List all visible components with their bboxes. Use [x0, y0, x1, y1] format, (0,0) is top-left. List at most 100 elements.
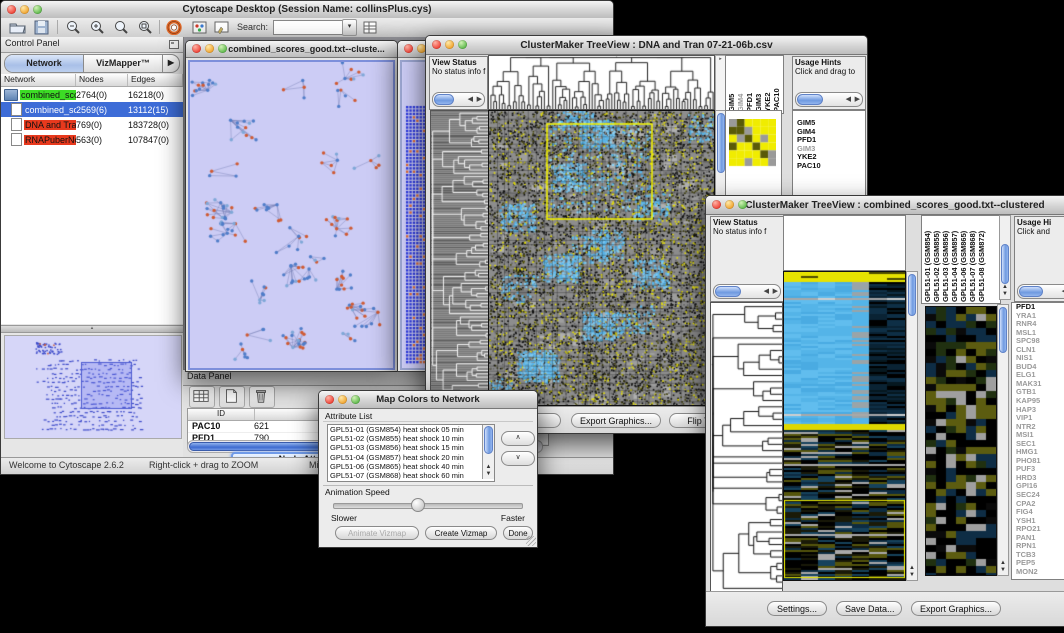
tab-network[interactable]: Network	[5, 55, 84, 72]
trash-icon[interactable]	[249, 386, 275, 408]
network-table-row[interactable]: DNA and Tran 07 769(0) 183728(0)	[1, 117, 183, 132]
column-label[interactable]: GPL51-06 (GSM865)	[959, 217, 968, 302]
move-up-button[interactable]: ∧	[501, 431, 535, 446]
zoom-button[interactable]	[738, 200, 747, 209]
zoom-selected-icon[interactable]	[136, 20, 154, 35]
attribute-list-item[interactable]: GPL51-06 (GSM865) heat shock 40 min	[328, 462, 494, 471]
minimize-button[interactable]	[338, 395, 347, 404]
column-label[interactable]: PFD1	[745, 57, 754, 112]
export-graphics-button[interactable]: Export Graphics...	[571, 413, 661, 428]
zoom-button[interactable]	[33, 5, 42, 14]
attribute-list-item[interactable]: GPL51-01 (GSM854) heat shock 05 min	[328, 425, 494, 434]
scroll-right-arrow[interactable]: ▶	[477, 95, 482, 104]
main-titlebar[interactable]: Cytoscape Desktop (Session Name: collins…	[1, 1, 613, 19]
animate-vizmap-button[interactable]: Animate Vizmap	[335, 526, 419, 540]
create-vizmap-button[interactable]: Create Vizmap	[425, 526, 497, 540]
column-label[interactable]: GPL51-08 (GSM872)	[977, 217, 986, 302]
tab-overflow-arrow[interactable]: ▶	[162, 55, 179, 72]
tv2-zoom-vscrollbar[interactable]: ▲▼	[997, 304, 1009, 576]
minimize-button[interactable]	[445, 40, 454, 49]
panel-splitter[interactable]: ▴	[1, 325, 183, 333]
close-button[interactable]	[712, 200, 721, 209]
minimize-button[interactable]	[20, 5, 29, 14]
network-table-row[interactable]: combined_scores_ 2764(0) 16218(0)	[1, 87, 183, 102]
slider-thumb[interactable]	[411, 498, 425, 512]
close-button[interactable]	[404, 44, 413, 53]
open-folder-icon[interactable]	[9, 20, 27, 35]
tv1-row-dendrogram[interactable]	[430, 110, 489, 406]
zoom-actual-icon[interactable]	[112, 20, 130, 35]
col-network[interactable]: Network	[1, 74, 76, 86]
attribute-grid-icon[interactable]	[361, 20, 379, 35]
scroll-right-arrow[interactable]: ▶	[773, 287, 778, 296]
tv2-heatmap[interactable]	[783, 271, 906, 581]
scroll-left-arrow[interactable]: ◀	[846, 95, 851, 104]
scroll-thumb[interactable]	[434, 94, 454, 105]
col-nodes[interactable]: Nodes	[76, 74, 128, 86]
tv1-summary-matrix[interactable]	[729, 119, 776, 167]
column-label[interactable]: GPL51-07 (GSM868)	[968, 217, 977, 302]
close-button[interactable]	[7, 5, 16, 14]
scroll-thumb[interactable]	[484, 426, 493, 454]
scroll-thumb[interactable]	[999, 307, 1007, 353]
scroll-left-arrow[interactable]: ◀	[468, 95, 473, 104]
scroll-thumb[interactable]	[908, 274, 916, 316]
column-label[interactable]: PAC10	[772, 57, 781, 112]
tab-vizmapper[interactable]: VizMapper™	[84, 55, 162, 72]
save-icon[interactable]	[33, 20, 51, 35]
minimize-button[interactable]	[205, 44, 214, 53]
column-label[interactable]: GIM4	[736, 57, 745, 112]
scroll-arrows[interactable]: ▲▼	[483, 464, 494, 478]
tv2-collabel-vscrollbar[interactable]: ▲▼	[999, 215, 1011, 300]
zoom-out-icon[interactable]	[64, 20, 82, 35]
network-table-row[interactable]: RNAPuberNov2+ 563(0) 107847(0)	[1, 132, 183, 147]
scroll-thumb[interactable]	[797, 94, 823, 105]
tv1-hints-hscrollbar[interactable]: ◀▶	[795, 92, 863, 107]
column-label[interactable]: GIM3	[754, 57, 763, 112]
column-label[interactable]: GPL51-04 (GSM857)	[950, 217, 959, 302]
network-table-row[interactable]: combined_sco 2569(6) 13112(15)	[1, 102, 183, 117]
search-input[interactable]	[273, 20, 345, 35]
help-lifebuoy-icon[interactable]	[165, 20, 183, 35]
minimize-button[interactable]	[725, 200, 734, 209]
tv2-column-dendrogram-area[interactable]	[783, 215, 906, 271]
animation-speed-slider[interactable]	[333, 503, 523, 509]
zoom-button[interactable]	[351, 395, 360, 404]
scroll-thumb[interactable]	[715, 286, 741, 297]
vizmapper-icon[interactable]	[191, 20, 209, 35]
zoom-button[interactable]	[218, 44, 227, 53]
tv1-column-dendrogram[interactable]	[488, 55, 715, 110]
scroll-thumb[interactable]	[1001, 244, 1009, 284]
close-button[interactable]	[325, 395, 334, 404]
save-data-button[interactable]: Save Data...	[836, 601, 902, 616]
attribute-list-vscrollbar[interactable]: ▲▼	[482, 425, 494, 479]
tv2-status-hscrollbar[interactable]: ◀▶	[713, 284, 781, 299]
column-label[interactable]: GPL51-01 (GSM854)	[923, 217, 932, 302]
scroll-right-arrow[interactable]: ▶	[855, 95, 860, 104]
scroll-arrows[interactable]: ▲▼	[998, 560, 1008, 574]
gene-label[interactable]: PAC10	[795, 162, 865, 171]
attribute-list-item[interactable]: GPL51-04 (GSM857) heat shock 20 min	[328, 453, 494, 462]
attribute-table-icon[interactable]	[189, 386, 215, 408]
settings-button[interactable]: Settings...	[767, 601, 827, 616]
tv2-heatmap-vscrollbar[interactable]: ▲▼	[906, 271, 918, 581]
attribute-list-item[interactable]: GPL51-03 (GSM856) heat shock 15 min	[328, 443, 494, 452]
network-graph-canvas[interactable]	[188, 60, 395, 370]
scroll-arrows[interactable]: ▲▼	[1000, 284, 1010, 298]
scroll-arrows[interactable]: ▲▼	[907, 565, 917, 579]
column-label[interactable]: GPL51-02 (GSM855)	[932, 217, 941, 302]
move-down-button[interactable]: ∨	[501, 451, 535, 466]
column-label[interactable]: YKE2	[763, 57, 772, 112]
close-button[interactable]	[432, 40, 441, 49]
tv1-status-hscrollbar[interactable]: ◀▶	[432, 92, 485, 107]
birdseye-view[interactable]	[4, 335, 182, 439]
col-id[interactable]: ID	[188, 409, 255, 420]
scroll-thumb[interactable]	[717, 113, 725, 173]
column-label[interactable]: GIM5	[727, 57, 736, 112]
annotation-icon[interactable]	[213, 20, 231, 35]
gene-label[interactable]: MON2	[1014, 568, 1064, 577]
treeview2-titlebar[interactable]: ClusterMaker TreeView : combined_scores_…	[706, 196, 1064, 215]
resize-grip[interactable]	[526, 536, 536, 546]
dialog-titlebar[interactable]: Map Colors to Network	[319, 391, 537, 409]
float-panel-icon[interactable]	[169, 40, 179, 49]
